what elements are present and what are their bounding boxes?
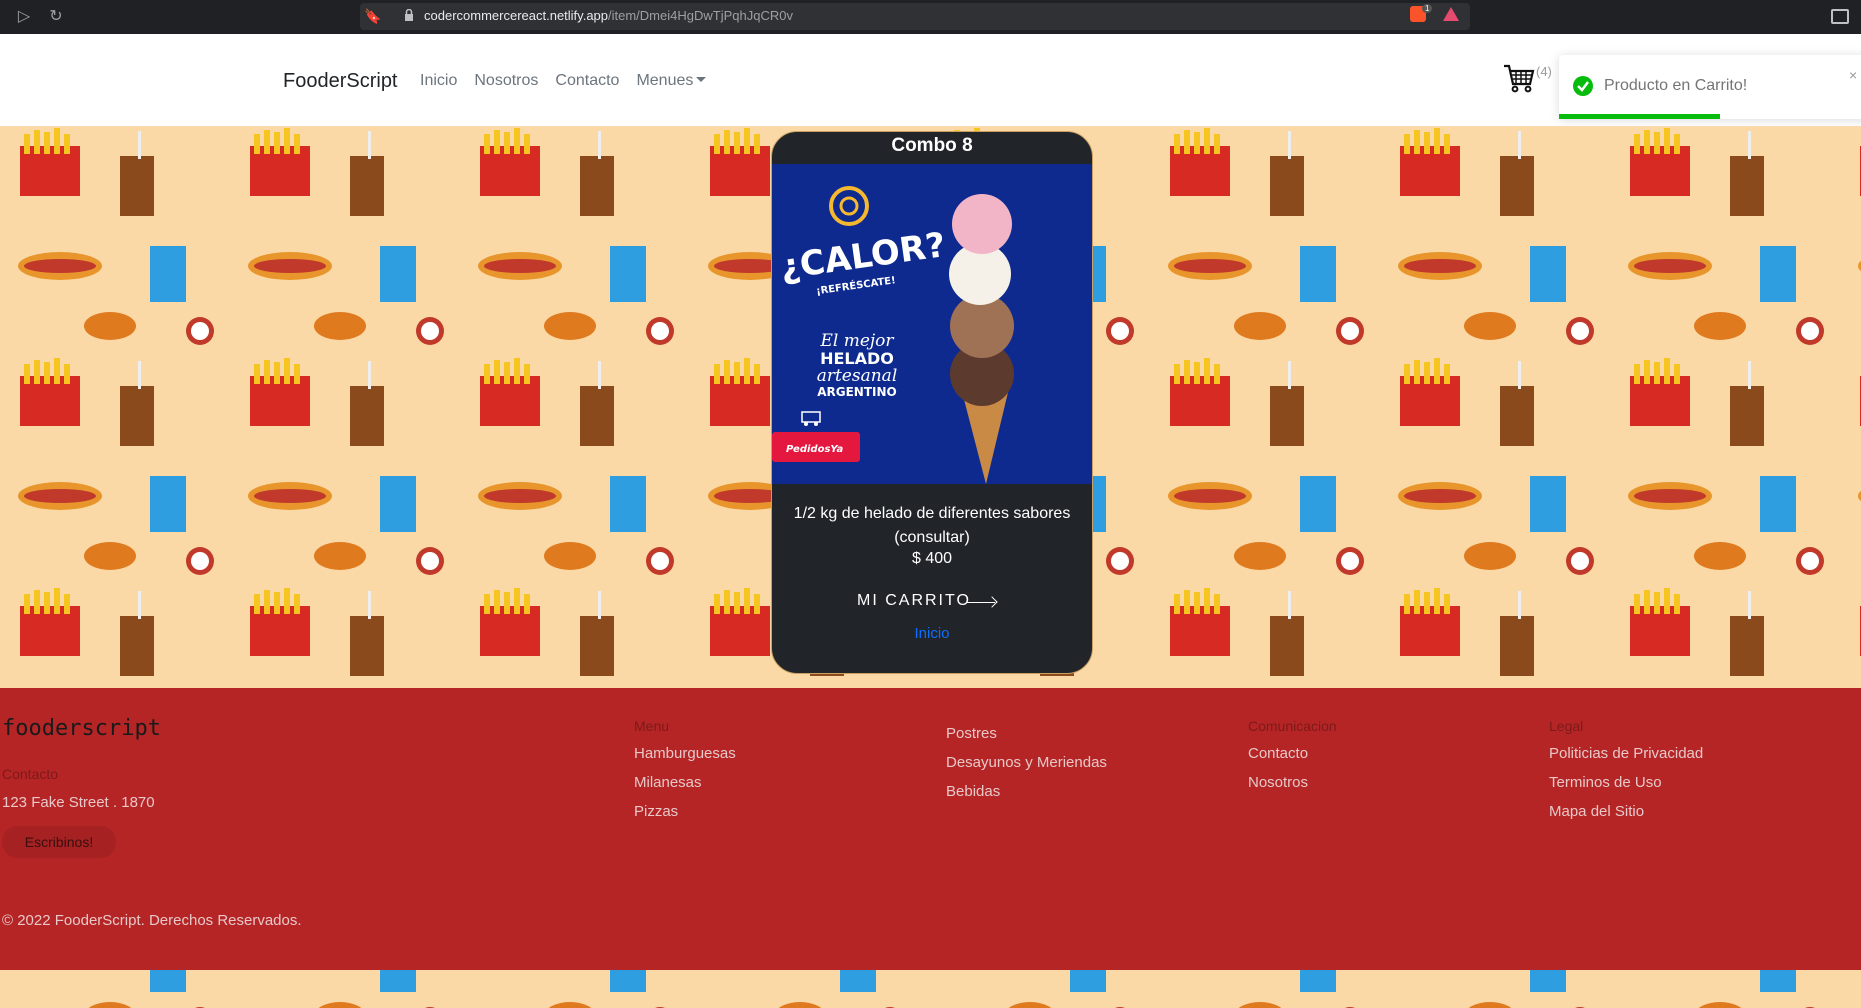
site-footer: fooderscript Contacto 123 Fake Street . … — [0, 688, 1861, 970]
reload-icon[interactable]: ↻ — [46, 7, 66, 27]
toast-message: Producto en Carrito! — [1604, 77, 1748, 94]
footer-column-comunicacion: Comunicacion Contacto Nosotros — [1248, 718, 1337, 803]
footer-address: 123 Fake Street . 1870 — [2, 794, 155, 811]
ad-line-1: El mejor — [819, 331, 894, 351]
footer-column-heading: Menu — [634, 718, 670, 734]
ad-line-4: ARGENTINO — [817, 385, 897, 399]
footer-column-heading: Legal — [1549, 718, 1584, 734]
wallet-icon[interactable] — [1831, 9, 1849, 24]
footer-column-postres: Postres Desayunos y Meriendas Bebidas — [946, 725, 1107, 812]
pedidosya-text: PedidosYa — [786, 444, 843, 455]
bookmark-icon[interactable]: 🔖 — [364, 8, 381, 25]
nav-dropdown-menues[interactable]: Menues — [636, 72, 707, 90]
product-image: ¿CALOR? ¡REFRÉSCATE! El mejor HELADO art… — [772, 164, 1092, 484]
footer-copyright: © 2022 FooderScript. Derechos Reservados… — [2, 912, 302, 929]
forward-icon[interactable]: ▷ — [14, 7, 34, 27]
toast-notification: Producto en Carrito! × — [1559, 55, 1861, 119]
url-text: codercommercereact.netlify.app/item/Dmei… — [424, 8, 793, 23]
footer-link-privacidad[interactable]: Politicias de Privacidad — [1549, 745, 1703, 762]
navbar-brand[interactable]: FooderScript — [283, 70, 398, 93]
footer-column-heading: Comunicacion — [1248, 718, 1337, 734]
caret-down-icon — [696, 77, 707, 82]
footer-link-contacto[interactable]: Contacto — [1248, 745, 1337, 762]
write-us-button[interactable]: Escribinos! — [2, 826, 116, 858]
toast-close-icon[interactable]: × — [1849, 67, 1857, 83]
footer-link-terminos[interactable]: Terminos de Uso — [1549, 774, 1703, 791]
nav-link-contacto[interactable]: Contacto — [555, 72, 619, 90]
footer-column-legal: Legal Politicias de Privacidad Terminos … — [1549, 718, 1703, 832]
success-check-icon — [1573, 76, 1593, 96]
cart-count: (4) — [1536, 64, 1552, 79]
shopping-cart-icon[interactable] — [1503, 62, 1535, 94]
browser-toolbar: ▷ ↻ 🔖 codercommercereact.netlify.app/ite… — [0, 0, 1861, 34]
address-bar[interactable]: 🔖 codercommercereact.netlify.app/item/Dm… — [360, 3, 1470, 30]
arrow-right-icon[interactable] — [967, 602, 995, 603]
nav-links: Inicio Nosotros Contacto Menues — [420, 72, 707, 90]
my-cart-button[interactable]: MI CARRITO — [857, 592, 971, 610]
nav-link-inicio[interactable]: Inicio — [420, 72, 457, 90]
footer-link-mapa[interactable]: Mapa del Sitio — [1549, 803, 1703, 820]
product-price: $ 400 — [911, 550, 953, 567]
footer-link-postres[interactable]: Postres — [946, 725, 1107, 742]
product-title: Combo 8 — [891, 135, 973, 156]
footer-contact-heading: Contacto — [2, 766, 59, 782]
product-description: 1/2 kg de helado de diferentes sabores (… — [793, 505, 1071, 546]
footer-column-menu: Menu Hamburguesas Milanesas Pizzas — [634, 718, 736, 832]
product-card: Combo 8 ¿CALOR? ¡REFRÉSCATE! El mejor HE… — [771, 131, 1093, 674]
footer-link-nosotros[interactable]: Nosotros — [1248, 774, 1337, 791]
footer-link-desayunos[interactable]: Desayunos y Meriendas — [946, 754, 1107, 771]
brave-rewards-icon[interactable] — [1443, 7, 1459, 21]
toast-progress-bar — [1559, 114, 1721, 119]
footer-brand: fooderscript — [2, 716, 161, 741]
ad-line-3: artesanal — [817, 366, 898, 386]
home-link[interactable]: Inicio — [772, 625, 1092, 642]
footer-link-bebidas[interactable]: Bebidas — [946, 783, 1107, 800]
footer-link-milanesas[interactable]: Milanesas — [634, 774, 736, 791]
footer-link-hamburguesas[interactable]: Hamburguesas — [634, 745, 736, 762]
footer-link-pizzas[interactable]: Pizzas — [634, 803, 736, 820]
lock-icon — [405, 9, 413, 21]
nav-link-nosotros[interactable]: Nosotros — [474, 72, 538, 90]
